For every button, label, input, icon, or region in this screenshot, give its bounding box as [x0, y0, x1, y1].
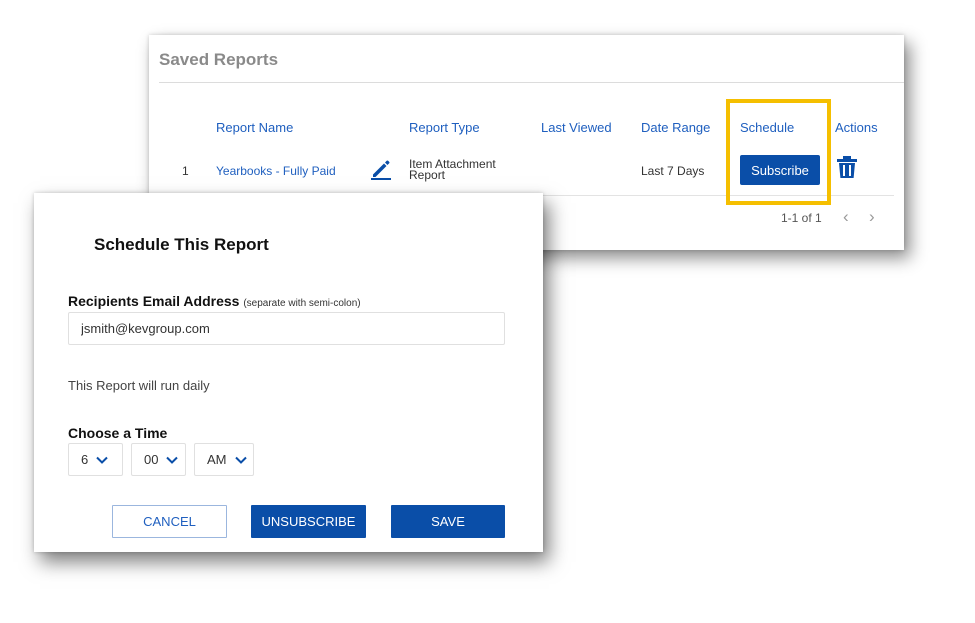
- prev-page-button[interactable]: ‹: [843, 207, 849, 227]
- next-page-button[interactable]: ›: [869, 207, 875, 227]
- report-name-link[interactable]: Yearbooks - Fully Paid: [216, 164, 336, 178]
- subscribe-button[interactable]: Subscribe: [740, 155, 820, 185]
- panel-title: Saved Reports: [159, 50, 279, 69]
- hour-select[interactable]: 6: [68, 443, 123, 476]
- schedule-dialog: Schedule This Report Recipients Email Ad…: [34, 193, 543, 552]
- divider: [159, 82, 904, 83]
- meridiem-value: AM: [207, 452, 227, 467]
- column-header-report-name[interactable]: Report Name: [216, 120, 293, 135]
- chevron-down-icon: [234, 456, 247, 464]
- chevron-down-icon: [96, 456, 108, 464]
- date-range: Last 7 Days: [641, 164, 705, 178]
- report-type: Item Attachment Report: [409, 157, 496, 182]
- column-header-date-range[interactable]: Date Range: [641, 120, 710, 135]
- run-frequency-text: This Report will run daily: [68, 378, 210, 393]
- trash-icon[interactable]: [836, 155, 858, 179]
- column-header-last-viewed[interactable]: Last Viewed: [541, 120, 612, 135]
- column-header-actions: Actions: [835, 120, 878, 135]
- cancel-button[interactable]: CANCEL: [112, 505, 227, 538]
- unsubscribe-button[interactable]: UNSUBSCRIBE: [251, 505, 366, 538]
- recipients-label-text: Recipients Email Address: [68, 293, 240, 309]
- column-header-report-type[interactable]: Report Type: [409, 120, 480, 135]
- meridiem-select[interactable]: AM: [194, 443, 254, 476]
- row-index: 1: [182, 164, 189, 178]
- hour-value: 6: [81, 452, 89, 467]
- save-button[interactable]: SAVE: [391, 505, 505, 538]
- recipients-email-input[interactable]: [68, 312, 505, 345]
- column-header-schedule[interactable]: Schedule: [740, 120, 794, 135]
- dialog-title: Schedule This Report: [94, 235, 269, 254]
- recipients-label: Recipients Email Address (separate with …: [68, 293, 361, 309]
- choose-time-label: Choose a Time: [68, 425, 168, 441]
- pagination-status: 1-1 of 1: [781, 211, 822, 225]
- minute-select[interactable]: 00: [131, 443, 186, 476]
- schedule-highlight: [726, 99, 831, 205]
- chevron-down-icon: [166, 456, 179, 464]
- minute-value: 00: [144, 452, 159, 467]
- pencil-icon[interactable]: [369, 156, 393, 180]
- recipients-hint: (separate with semi-colon): [243, 298, 361, 309]
